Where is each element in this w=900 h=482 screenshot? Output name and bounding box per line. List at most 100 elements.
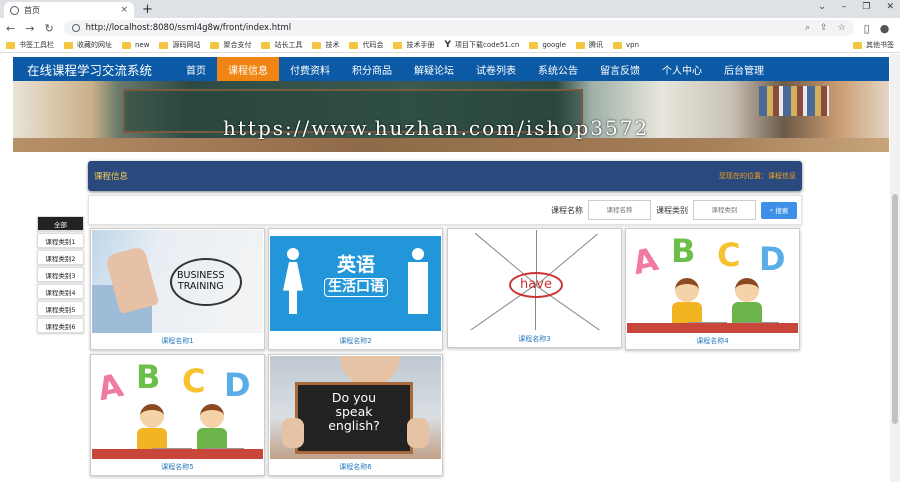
image-text-line: speak xyxy=(335,404,373,419)
course-card[interactable]: have 课程名称3 xyxy=(447,228,622,348)
course-card[interactable]: A B C D 课程名称5 xyxy=(90,354,265,476)
course-image[interactable]: 英语 生活口语 xyxy=(270,230,441,333)
course-name[interactable]: 课程名称4 xyxy=(626,336,799,346)
section-title-bar: 课程信息 您现在的位置：课程信息 xyxy=(88,161,802,191)
folder-icon xyxy=(393,41,403,49)
search-button[interactable]: ⌕ 搜索 xyxy=(761,201,797,219)
course-card[interactable]: 英语 生活口语 课程名称2 xyxy=(268,228,443,350)
sidepanel-icon[interactable]: ▯ xyxy=(864,22,870,35)
bookmark-item[interactable]: Y 项目下载code51.cn xyxy=(444,40,519,50)
maximize-icon[interactable]: ❐ xyxy=(862,2,870,12)
course-image[interactable]: have xyxy=(449,230,620,330)
course-name-input[interactable] xyxy=(588,200,651,220)
nav-announcements[interactable]: 系统公告 xyxy=(527,57,589,81)
course-image[interactable]: A B C D xyxy=(92,356,263,459)
nav-feedback[interactable]: 留言反馈 xyxy=(589,57,651,81)
image-text-line: english? xyxy=(328,418,380,433)
star-icon[interactable]: ☆ xyxy=(838,23,846,33)
folder-icon xyxy=(529,41,539,49)
bookmark-item[interactable]: 代码会 xyxy=(349,40,383,50)
bookmark-item[interactable]: 技术 xyxy=(312,40,339,50)
bookmark-item[interactable]: new xyxy=(122,41,149,49)
bookmark-item[interactable]: 腾讯 xyxy=(576,40,603,50)
image-text-line: Do you xyxy=(331,390,377,405)
image-letter: B xyxy=(136,358,161,396)
course-card[interactable]: BUSINESS TRAINING 课程名称1 xyxy=(90,228,265,350)
image-letter: C xyxy=(717,236,741,274)
site-nav: 在线课程学习交流系统 首页 课程信息 付费资料 积分商品 解疑论坛 试卷列表 系… xyxy=(13,57,889,81)
category-all[interactable]: 全部 xyxy=(37,216,84,231)
nav-exams[interactable]: 试卷列表 xyxy=(465,57,527,81)
browser-tab[interactable]: 首页 × xyxy=(4,2,134,18)
course-type-input[interactable] xyxy=(693,200,756,220)
category-item[interactable]: 课程类别2 xyxy=(37,250,84,265)
nav-forum[interactable]: 解疑论坛 xyxy=(403,57,465,81)
nav-points-shop[interactable]: 积分商品 xyxy=(341,57,403,81)
scrollbar-thumb[interactable] xyxy=(892,194,898,424)
other-bookmarks[interactable]: 其他书签 xyxy=(853,40,894,50)
close-window-icon[interactable]: ✕ xyxy=(886,2,894,12)
folder-icon xyxy=(64,41,73,49)
forward-icon[interactable]: → xyxy=(25,22,34,35)
image-letter: D xyxy=(224,366,251,404)
share-icon[interactable]: ⇪ xyxy=(820,23,828,33)
search-button-label: 搜索 xyxy=(775,207,789,215)
folder-icon xyxy=(122,41,131,49)
new-tab-button[interactable]: + xyxy=(142,2,153,17)
bookmark-item[interactable]: 书签工具栏 xyxy=(6,40,54,50)
category-item[interactable]: 课程类别3 xyxy=(37,267,84,282)
bookmark-label: 书签工具栏 xyxy=(19,41,54,49)
boy-figure xyxy=(671,278,703,326)
course-image[interactable]: BUSINESS TRAINING xyxy=(92,230,263,333)
zoom-icon[interactable]: ⌕ xyxy=(805,23,810,33)
nav-home[interactable]: 首页 xyxy=(175,57,217,81)
image-text-line: 生活口语 xyxy=(324,278,388,297)
bookmark-label: vpn xyxy=(626,41,640,49)
bookmark-item[interactable]: 源码网站 xyxy=(159,40,200,50)
folder-icon xyxy=(349,41,359,49)
course-name[interactable]: 课程名称1 xyxy=(91,336,264,346)
bookmark-item[interactable]: 技术手册 xyxy=(393,40,434,50)
watermark-text: https://www.huzhan.com/ishop3572 xyxy=(223,116,650,140)
nav-admin[interactable]: 后台管理 xyxy=(713,57,775,81)
course-image[interactable]: A B C D xyxy=(627,230,798,333)
boy-figure xyxy=(136,404,168,452)
bookmark-item[interactable]: google xyxy=(529,41,566,49)
nav-paid-materials[interactable]: 付费资料 xyxy=(279,57,341,81)
category-item[interactable]: 课程类别4 xyxy=(37,284,84,299)
category-item[interactable]: 课程类别5 xyxy=(37,301,84,316)
nav-profile[interactable]: 个人中心 xyxy=(651,57,713,81)
search-panel: 课程名称 课程类别 ⌕搜索 xyxy=(88,195,802,225)
folder-icon xyxy=(312,41,322,49)
close-tab-icon[interactable]: × xyxy=(120,5,128,15)
course-name[interactable]: 课程名称3 xyxy=(448,334,621,344)
bookmark-item[interactable]: 聚合支付 xyxy=(210,40,251,50)
category-item[interactable]: 课程类别6 xyxy=(37,318,84,333)
course-name-label: 课程名称 xyxy=(551,205,583,215)
course-name[interactable]: 课程名称5 xyxy=(91,462,264,472)
nav-courses[interactable]: 课程信息 xyxy=(217,57,279,81)
url-text[interactable]: http://localhost:8080/ssml4g8w/front/ind… xyxy=(86,23,291,33)
category-item[interactable]: 课程类别1 xyxy=(37,233,84,248)
site-brand[interactable]: 在线课程学习交流系统 xyxy=(13,60,175,79)
bookmark-item[interactable]: vpn xyxy=(613,41,639,49)
minimize-icon[interactable]: – xyxy=(842,2,847,12)
back-icon[interactable]: ← xyxy=(6,22,15,35)
course-type-label: 课程类别 xyxy=(656,205,688,215)
bookshelf xyxy=(759,86,829,116)
course-card[interactable]: A B C D 课程名称4 xyxy=(625,228,800,350)
site-info-icon[interactable] xyxy=(71,24,80,32)
bookmark-item[interactable]: 收藏的网址 xyxy=(64,40,112,50)
course-name[interactable]: 课程名称2 xyxy=(269,336,442,346)
course-name[interactable]: 课程名称6 xyxy=(269,462,442,472)
course-image[interactable]: Do you speak english? xyxy=(270,356,441,459)
bookmark-label: 项目下载code51.cn xyxy=(455,41,520,49)
address-bar[interactable]: http://localhost:8080/ssml4g8w/front/ind… xyxy=(63,20,854,36)
reload-icon[interactable]: ↻ xyxy=(44,22,53,35)
profile-icon[interactable]: ● xyxy=(880,22,890,35)
search-icon: ⌕ xyxy=(769,205,774,214)
page-scrollbar[interactable] xyxy=(890,54,900,482)
tab-search-icon[interactable]: ⌄ xyxy=(818,2,826,12)
bookmark-item[interactable]: 站长工具 xyxy=(261,40,302,50)
course-card[interactable]: Do you speak english? 课程名称6 xyxy=(268,354,443,476)
